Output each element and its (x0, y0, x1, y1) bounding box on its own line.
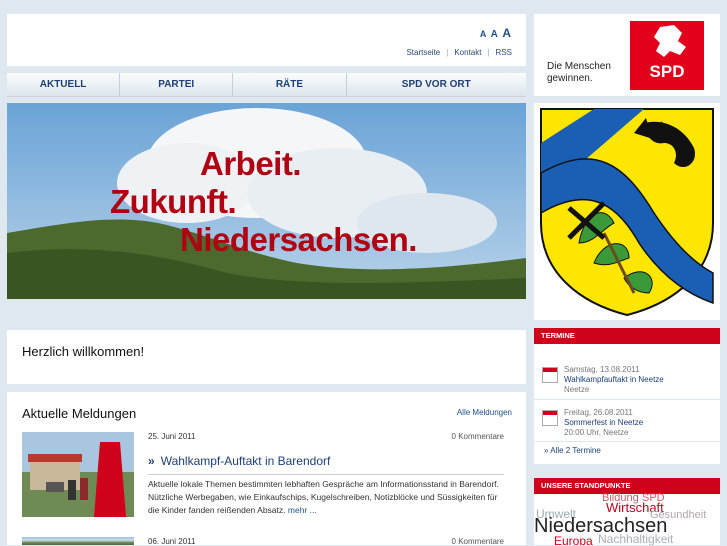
link-rss[interactable]: RSS (496, 48, 512, 57)
link-separator: | (487, 48, 490, 57)
nav-item-spd-vor-ort[interactable]: SPD VOR ORT (347, 73, 526, 96)
nav-item-raete[interactable]: RÄTE (233, 73, 347, 96)
header-box: A A A Startseite | Kontakt | RSS (7, 14, 526, 66)
news-comments[interactable]: 0 Kommentare (452, 432, 504, 441)
top-links: Startseite | Kontakt | RSS (406, 48, 512, 57)
link-kontakt[interactable]: Kontakt (454, 48, 481, 57)
welcome-title: Herzlich willkommen! (22, 344, 145, 359)
termine-box: TERMINE Samstag, 13.08.2011 Wahlkampfauf… (534, 328, 720, 464)
main-nav: AKTUELL PARTEI RÄTE SPD VOR ORT (7, 73, 526, 97)
spd-logo: SPD (630, 21, 704, 90)
spd-logo-box[interactable]: Die Menschen gewinnen. SPD (534, 14, 720, 96)
nav-item-aktuell[interactable]: AKTUELL (7, 73, 121, 96)
all-events-link[interactable]: » Alle 2 Termine (544, 446, 601, 455)
all-news-link[interactable]: Alle Meldungen (457, 408, 512, 417)
font-size-switcher: A A A (480, 26, 512, 40)
news-thumbnail[interactable] (22, 537, 134, 545)
news-title[interactable]: » Wahlkampf-Auftakt in Barendorf (148, 454, 330, 468)
event-date: Freitag, 26.08.2011 (564, 408, 633, 417)
hero-line-2: Zukunft. (110, 183, 237, 220)
font-size-large[interactable]: A (502, 26, 512, 40)
news-heading: Aktuelle Meldungen (22, 406, 137, 421)
news-divider (148, 474, 504, 475)
event-title[interactable]: Sommerfest in Neetze (564, 418, 643, 427)
hero-landscape-image (7, 103, 526, 299)
calendar-icon (542, 410, 558, 426)
all-events-text[interactable]: Alle 2 Termine (550, 446, 601, 455)
slogan-line-1: Die Menschen (547, 61, 611, 72)
event-place: Neetze (564, 385, 590, 394)
news-thumbnail[interactable] (22, 432, 134, 517)
link-separator: | (446, 48, 449, 57)
spd-wordmark: SPD (649, 62, 685, 81)
standpunkte-box: UNSERE STANDPUNKTE Bildung SPD Wirtschaf… (534, 478, 720, 545)
calendar-icon (542, 367, 558, 383)
hero-line-1: Arbeit. (200, 145, 302, 182)
nav-item-partei[interactable]: PARTEI (120, 73, 234, 96)
logo-slogan: Die Menschen gewinnen. (547, 61, 611, 85)
coat-of-arms-box (534, 103, 720, 320)
news-teaser: Aktuelle lokale Themen bestimmten lebhaf… (148, 478, 508, 517)
link-startseite[interactable]: Startseite (406, 48, 440, 57)
news-photo (22, 432, 134, 517)
welcome-box: Herzlich willkommen! (7, 330, 526, 384)
hero-line-3: Niedersachsen. (180, 221, 417, 258)
news-title-text[interactable]: Wahlkampf-Auftakt in Barendorf (161, 454, 331, 468)
event-title[interactable]: Wahlkampfauftakt in Neetze (564, 375, 664, 384)
chevron-right-icon: » (148, 454, 155, 468)
event-date: Samstag, 13.08.2011 (564, 365, 640, 374)
hero-banner: Arbeit. Zukunft. Niedersachsen. (7, 103, 526, 299)
event-place: 20:00 Uhr, Neetze (564, 428, 629, 437)
tag-cloud-item[interactable]: Nachhaltigkeit (598, 532, 673, 545)
coat-of-arms-image (540, 108, 714, 317)
slogan-line-2: gewinnen. (547, 73, 593, 84)
news-section: Aktuelle Meldungen Alle Meldungen 25. Ju… (7, 392, 526, 546)
news-date: 25. Juni 2011 (148, 432, 196, 441)
news-teaser-text: Aktuelle lokale Themen bestimmten lebhaf… (148, 479, 499, 515)
event-divider (534, 441, 720, 442)
news-more-link[interactable]: mehr ... (288, 505, 317, 515)
tag-cloud-item[interactable]: Europa (554, 534, 593, 545)
font-size-medium[interactable]: A (491, 29, 499, 40)
termine-heading: TERMINE (534, 328, 720, 344)
font-size-small[interactable]: A (480, 29, 487, 39)
event-divider (534, 399, 720, 400)
